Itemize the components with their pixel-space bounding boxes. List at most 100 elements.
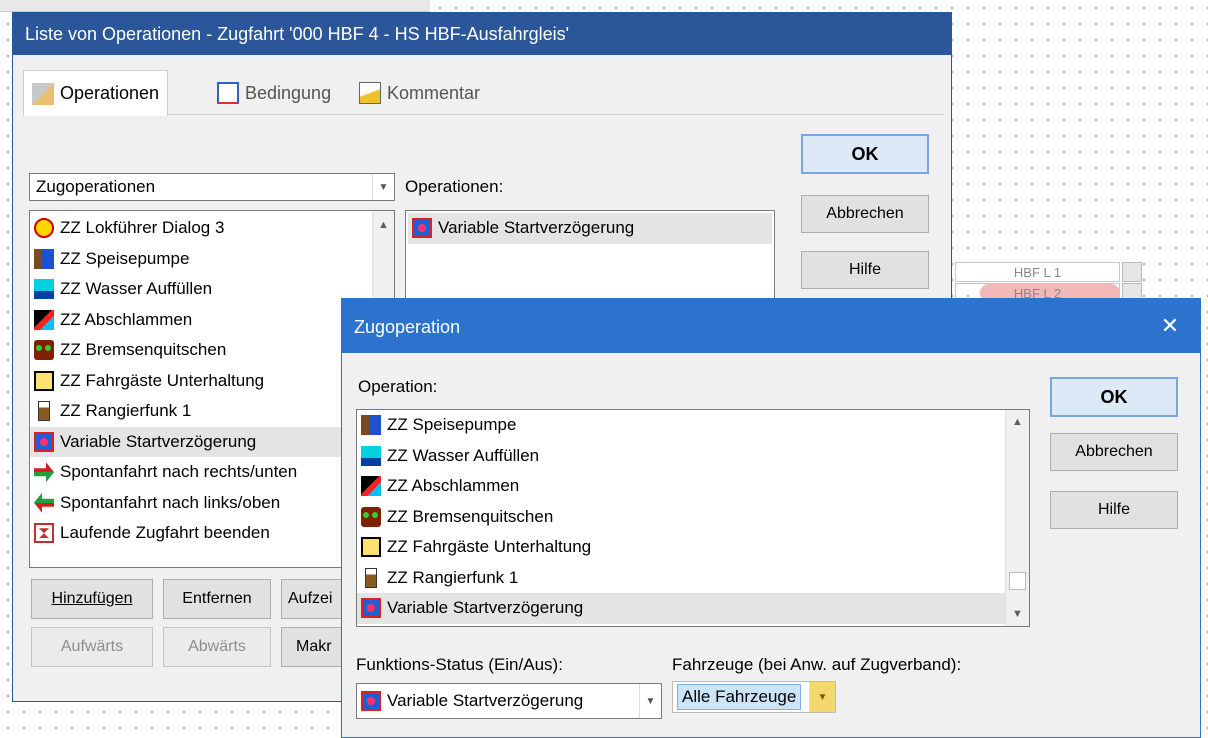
blowdown-icon [34, 309, 54, 330]
pump-icon [361, 415, 381, 436]
radio-icon [365, 567, 377, 588]
list-item[interactable]: ZZ Wasser Auffüllen [357, 441, 1007, 472]
tab-comment[interactable]: Kommentar [353, 70, 486, 116]
list-item-label: Laufende Zugfahrt beenden [60, 523, 270, 543]
scrollbar-thumb[interactable] [1009, 572, 1026, 590]
background-cell-hbf-l1: HBF L 1 [955, 262, 1120, 282]
list-item[interactable]: ZZ Lokführer Dialog 3 [30, 213, 372, 244]
category-select-value: Zugoperationen [36, 177, 156, 196]
condition-icon [217, 82, 239, 104]
list-item-selected[interactable]: Variable Startverzögerung [30, 426, 372, 457]
cancel-button[interactable]: Abbrechen [801, 195, 929, 233]
list-item[interactable]: ZZ Rangierfunk 1 [30, 396, 372, 427]
blowdown-icon [361, 476, 381, 497]
selected-operations-list[interactable]: Variable Startverzögerung [405, 210, 775, 310]
remove-button[interactable]: Entfernen [163, 579, 271, 619]
list-item-label: Variable Startverzögerung [387, 598, 584, 618]
arrow-right-icon [34, 462, 54, 483]
passengers-icon [34, 370, 54, 391]
operations-list-title: Liste von Operationen - Zugfahrt '000 HB… [13, 13, 951, 55]
category-select[interactable]: Zugoperationen ▼ [29, 173, 395, 201]
operations-label: Operationen: [405, 177, 504, 196]
scroll-up-icon[interactable]: ▲ [1006, 416, 1029, 428]
train-operation-dialog: Zugoperation ✕ Operation: ZZ Speisepumpe… [341, 298, 1201, 738]
list-item[interactable]: ZZ Rangierfunk 1 [357, 563, 1007, 594]
chevron-down-icon[interactable]: ▼ [809, 682, 835, 712]
list-item-label: ZZ Wasser Auffüllen [387, 445, 540, 465]
list-item-selected[interactable]: Variable Startverzögerung [408, 213, 772, 244]
list-item-label: ZZ Speisepumpe [387, 415, 517, 435]
radio-icon [38, 401, 50, 422]
list-item-label: ZZ Speisepumpe [60, 248, 190, 268]
operation-list-scrollbar[interactable]: ▲ ▼ [1005, 410, 1029, 626]
train-operation-titlebar: Zugoperation [342, 299, 1200, 353]
record-button[interactable]: Aufzei [281, 579, 347, 619]
status-select-value: Variable Startverzögerung [387, 691, 584, 710]
train-operation-title: Zugoperation [354, 317, 461, 337]
ok-button[interactable]: OK [801, 134, 929, 174]
background-cell-end-a [1122, 262, 1142, 282]
list-item-label: ZZ Rangierfunk 1 [60, 401, 192, 421]
list-item[interactable]: ZZ Fahrgäste Unterhaltung [357, 532, 1007, 563]
start-delay-icon [361, 598, 381, 619]
list-item-label: ZZ Lokführer Dialog 3 [60, 218, 225, 238]
list-item-label: ZZ Fahrgäste Unterhaltung [387, 537, 592, 557]
list-item[interactable]: ZZ Fahrgäste Unterhaltung [30, 366, 372, 397]
list-item[interactable]: Laufende Zugfahrt beenden [30, 518, 372, 549]
list-item-label: ZZ Bremsenquitschen [387, 506, 554, 526]
help-button[interactable]: Hilfe [801, 251, 929, 289]
vehicles-label: Fahrzeuge (bei Anw. auf Zugverband): [672, 655, 962, 674]
list-item[interactable]: ZZ Abschlammen [30, 305, 372, 336]
status-select[interactable]: Variable Startverzögerung ▼ [356, 683, 662, 719]
list-item-label: ZZ Wasser Auffüllen [60, 279, 213, 299]
tab-comment-label: Kommentar [387, 82, 481, 103]
operations-icon [32, 82, 54, 105]
pump-icon [34, 248, 54, 269]
add-button[interactable]: Hinzufügen [31, 579, 153, 619]
list-item[interactable]: Spontanfahrt nach links/oben [30, 488, 372, 519]
list-item[interactable]: ZZ Abschlammen [357, 471, 1007, 502]
macro-button[interactable]: Makr [281, 627, 347, 667]
list-item-label: ZZ Abschlammen [387, 476, 520, 496]
list-item[interactable]: ZZ Speisepumpe [357, 410, 1007, 441]
start-delay-icon [34, 431, 54, 452]
tab-condition-label: Bedingung [245, 82, 332, 103]
operation-label: Operation: [358, 377, 438, 396]
cancel-button[interactable]: Abbrechen [1050, 433, 1178, 471]
chevron-down-icon[interactable]: ▼ [372, 174, 394, 200]
list-item-label: Spontanfahrt nach links/oben [60, 492, 281, 512]
passengers-icon [361, 537, 381, 558]
chevron-down-icon[interactable]: ▼ [639, 684, 661, 718]
list-item-label: ZZ Abschlammen [60, 309, 193, 329]
down-button[interactable]: Abwärts [163, 627, 271, 667]
list-item[interactable]: ZZ Bremsenquitschen [357, 502, 1007, 533]
vehicles-select-value: Alle Fahrzeuge [677, 684, 802, 710]
background-toolbar-strip [0, 0, 430, 12]
tab-operations[interactable]: Operationen [23, 70, 169, 116]
close-icon[interactable]: ✕ [1150, 307, 1190, 345]
ok-button[interactable]: OK [1050, 377, 1178, 417]
dialog-icon [34, 218, 54, 239]
list-item[interactable]: ZZ Wasser Auffüllen [30, 274, 372, 305]
start-delay-icon [412, 218, 432, 239]
vehicles-select[interactable]: Alle Fahrzeuge ▼ [672, 681, 836, 713]
list-item-label: Variable Startverzögerung [60, 431, 257, 451]
status-label: Funktions-Status (Ein/Aus): [356, 655, 563, 674]
up-button[interactable]: Aufwärts [31, 627, 153, 667]
scroll-down-icon[interactable]: ▼ [1006, 608, 1029, 620]
list-item[interactable]: Spontanfahrt nach rechts/unten [30, 457, 372, 488]
list-item-selected[interactable]: Variable Startverzögerung [357, 593, 1007, 624]
operation-list[interactable]: ZZ Speisepumpe ZZ Wasser Auffüllen ZZ Ab… [356, 409, 1030, 627]
tab-operations-label: Operationen [60, 83, 160, 103]
help-button[interactable]: Hilfe [1050, 491, 1178, 529]
scroll-up-icon[interactable]: ▲ [373, 219, 394, 231]
list-item[interactable]: ZZ Speisepumpe [30, 244, 372, 275]
brake-icon [361, 506, 381, 527]
list-item-label: ZZ Fahrgäste Unterhaltung [60, 370, 265, 390]
end-run-icon [34, 523, 54, 544]
list-item-label: ZZ Bremsenquitschen [60, 340, 227, 360]
comment-icon [359, 82, 381, 104]
list-item[interactable]: ZZ Bremsenquitschen [30, 335, 372, 366]
brake-icon [34, 340, 54, 361]
tab-condition[interactable]: Bedingung [211, 70, 337, 116]
